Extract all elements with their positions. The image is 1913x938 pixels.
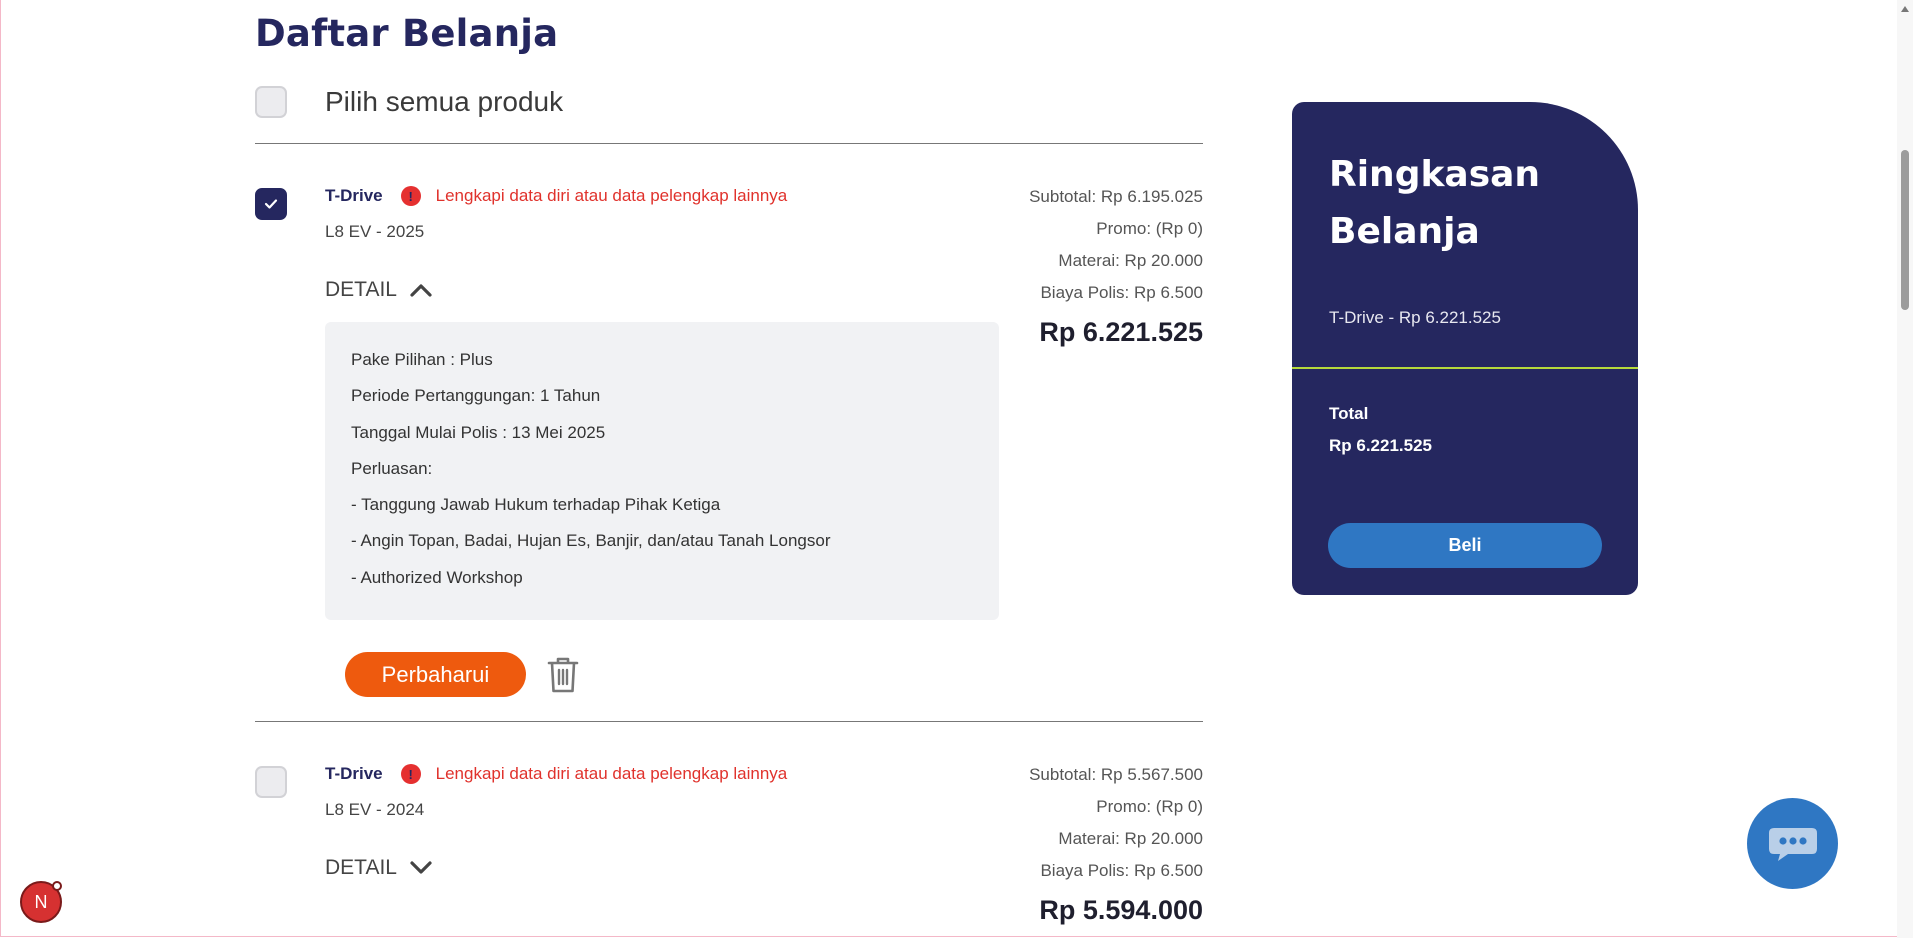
select-all-label: Pilih semua produk <box>325 86 564 117</box>
materai: Materai: Rp 20.000 <box>1058 251 1203 270</box>
chevron-up-icon <box>410 284 432 297</box>
biaya-polis: Biaya Polis: Rp 6.500 <box>1040 861 1203 880</box>
trash-icon[interactable] <box>545 655 581 695</box>
detail-label: DETAIL <box>325 278 397 301</box>
notification-dot <box>52 881 62 891</box>
summary-title-line2: Belanja <box>1329 211 1480 252</box>
select-all-checkbox[interactable] <box>255 86 287 118</box>
alert-icon: ! <box>400 186 421 206</box>
n-badge[interactable]: N <box>20 881 62 923</box>
price-breakdown: Subtotal: Rp 6.195.025 Promo: (Rp 0) Mat… <box>1029 186 1203 348</box>
chevron-down-icon <box>410 861 432 874</box>
n-badge-letter: N <box>34 891 48 912</box>
chat-button[interactable] <box>1747 798 1838 889</box>
item-checkbox[interactable] <box>255 766 287 798</box>
item-total: Rp 6.221.525 <box>1039 317 1203 347</box>
detail-toggle[interactable]: DETAIL <box>325 278 433 302</box>
scroll-up-arrow-icon[interactable] <box>1901 6 1909 12</box>
detail-line: Periode Pertanggungan: 1 Tahun <box>351 386 601 406</box>
detail-panel: Pake Pilihan : Plus Periode Pertanggunga… <box>325 322 999 620</box>
update-button[interactable]: Perbaharui <box>345 652 526 697</box>
product-line: T-Drive ! Lengkapi data diri atau data p… <box>325 186 787 206</box>
summary-total-value: Rp 6.221.525 <box>1329 436 1433 455</box>
subtotal: Subtotal: Rp 5.567.500 <box>1029 765 1203 784</box>
detail-line: - Angin Topan, Badai, Hujan Es, Banjir, … <box>351 531 831 551</box>
product-model: L8 EV - 2024 <box>325 800 425 819</box>
detail-toggle[interactable]: DETAIL <box>325 856 433 880</box>
check-icon <box>264 199 278 209</box>
page-title: Daftar Belanja <box>255 12 559 55</box>
product-name: T-Drive <box>325 764 383 783</box>
warning-text[interactable]: Lengkapi data diri atau data pelengkap l… <box>436 186 788 206</box>
product-line: T-Drive ! Lengkapi data diri atau data p… <box>325 764 787 784</box>
subtotal: Subtotal: Rp 6.195.025 <box>1029 187 1203 206</box>
detail-label: DETAIL <box>325 856 397 879</box>
summary-total-label: Total <box>1329 404 1369 423</box>
buy-button[interactable]: Beli <box>1328 523 1602 568</box>
scroll-thumb[interactable] <box>1901 150 1909 310</box>
biaya-polis: Biaya Polis: Rp 6.500 <box>1040 283 1203 302</box>
detail-line: Perluasan: <box>351 458 433 478</box>
detail-line: Pake Pilihan : Plus <box>351 350 493 369</box>
scrollbar[interactable] <box>1897 0 1913 938</box>
materai: Materai: Rp 20.000 <box>1058 829 1203 848</box>
summary-title: Ringkasan Belanja <box>1329 146 1540 260</box>
price-breakdown: Subtotal: Rp 5.567.500 Promo: (Rp 0) Mat… <box>1029 764 1203 926</box>
summary-item: T-Drive - Rp 6.221.525 <box>1329 308 1501 327</box>
product-model: L8 EV - 2025 <box>325 222 425 241</box>
summary-title-line1: Ringkasan <box>1329 154 1541 195</box>
item-checkbox[interactable] <box>255 188 287 220</box>
summary-divider <box>1292 367 1638 369</box>
cart-item: T-Drive ! Lengkapi data diri atau data p… <box>255 186 1203 697</box>
alert-icon: ! <box>400 764 421 784</box>
promo: Promo: (Rp 0) <box>1096 797 1203 816</box>
chat-icon <box>1768 827 1817 861</box>
product-name: T-Drive <box>325 186 383 205</box>
select-all-row[interactable]: Pilih semua produk <box>255 86 563 118</box>
divider <box>255 721 1203 722</box>
warning-text[interactable]: Lengkapi data diri atau data pelengkap l… <box>436 764 788 784</box>
summary-card: Ringkasan Belanja T-Drive - Rp 6.221.525… <box>1292 102 1638 595</box>
detail-line: Tanggal Mulai Polis : 13 Mei 2025 <box>351 422 606 442</box>
item-total: Rp 5.594.000 <box>1039 895 1203 925</box>
detail-line: - Authorized Workshop <box>351 567 523 587</box>
divider <box>255 143 1203 144</box>
promo: Promo: (Rp 0) <box>1096 219 1203 238</box>
cart-item: T-Drive ! Lengkapi data diri atau data p… <box>255 764 1203 938</box>
detail-line: - Tanggung Jawab Hukum terhadap Pihak Ke… <box>351 495 721 515</box>
